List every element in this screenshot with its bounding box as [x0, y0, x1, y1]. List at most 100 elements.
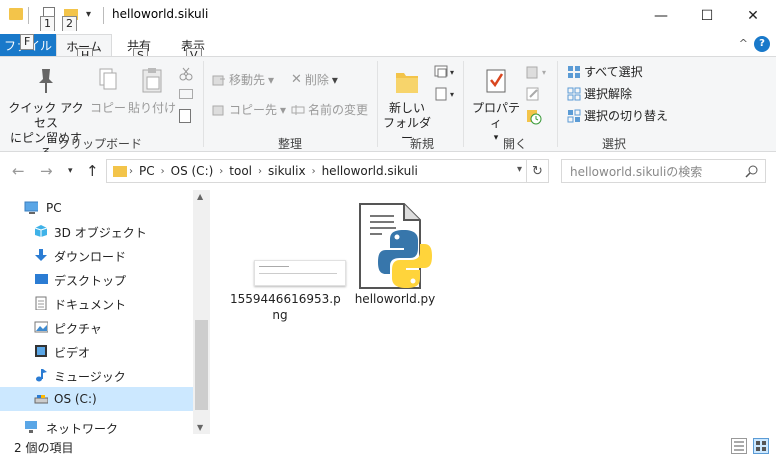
- select-none-button[interactable]: 選択解除: [567, 85, 632, 102]
- cut-icon[interactable]: [179, 67, 193, 84]
- move-to-icon: [212, 73, 226, 87]
- file-name: 1559446616953.p: [230, 292, 341, 306]
- move-to-button[interactable]: 移動先 ▾: [212, 71, 274, 88]
- large-icons-view-icon[interactable]: [753, 438, 769, 454]
- edit-icon[interactable]: [526, 87, 540, 104]
- file-item-py[interactable]: helloworld.py: [345, 190, 445, 330]
- python-file-icon: [359, 203, 432, 289]
- breadcrumb-helloworld-sikuli[interactable]: helloworld.sikuli: [318, 164, 422, 178]
- network-icon: [25, 421, 37, 433]
- invert-selection-button[interactable]: 選択の切り替え: [567, 107, 668, 124]
- keytip-1: 1: [40, 16, 55, 32]
- ribbon-tabs: ファイル F ホーム H 共有 S 表示 V ^ ?: [0, 31, 776, 64]
- paste-icon: [142, 68, 162, 93]
- chevron-right-icon[interactable]: ›: [127, 166, 135, 177]
- copy-to-icon: [212, 103, 226, 117]
- status-bar: 2 個の項目: [0, 434, 776, 458]
- paste-button[interactable]: 貼り付け: [128, 67, 176, 116]
- new-group-label: 新規: [409, 137, 434, 151]
- sidebar-item-label: ダウンロード: [54, 250, 127, 264]
- forward-arrow-icon[interactable]: →: [40, 162, 53, 180]
- sidebar-item-pictures[interactable]: ピクチャ: [0, 315, 193, 339]
- copy-to-button[interactable]: コピー先 ▾: [212, 101, 286, 118]
- chevron-down-icon[interactable]: ▾: [68, 166, 73, 176]
- select-none-label: 選択解除: [584, 87, 633, 101]
- breadcrumb-os-c[interactable]: OS (C:): [167, 164, 218, 178]
- breadcrumb-tool[interactable]: tool: [225, 164, 256, 178]
- pin-label-1: クイック アクセス: [8, 101, 84, 130]
- new-item-icon[interactable]: ▾: [434, 65, 458, 82]
- chevron-down-icon[interactable]: ▾: [517, 164, 522, 175]
- sidebar-item-downloads[interactable]: ダウンロード: [0, 243, 193, 267]
- delete-button[interactable]: ✕ 削除 ▾: [291, 71, 338, 88]
- help-icon[interactable]: ?: [754, 36, 770, 52]
- divider: [463, 61, 464, 147]
- music-icon: [36, 369, 47, 382]
- breadcrumb-pc[interactable]: PC: [135, 164, 159, 178]
- vertical-scrollbar[interactable]: ▲ ▼: [193, 190, 210, 434]
- sidebar-item-label: デスクトップ: [54, 274, 127, 288]
- file-item-png[interactable]: 1559446616953.p ng: [230, 190, 346, 330]
- up-arrow-icon[interactable]: ↑: [86, 162, 99, 180]
- scrollbar-thumb[interactable]: [195, 320, 208, 410]
- chevron-right-icon[interactable]: ›: [256, 166, 264, 177]
- sidebar-item-os-c[interactable]: OS (C:): [0, 387, 193, 411]
- file-name: helloworld.py: [354, 292, 436, 306]
- select-none-icon: [567, 87, 581, 101]
- sidebar-item-label: ピクチャ: [54, 322, 102, 336]
- download-icon: [35, 249, 47, 261]
- chevron-down-icon: ▾: [268, 72, 275, 87]
- chevron-down-icon: ▾: [280, 102, 287, 117]
- delete-icon: ✕: [291, 72, 302, 87]
- close-button[interactable]: ✕: [730, 0, 776, 31]
- divider: [557, 61, 558, 147]
- invert-selection-label: 選択の切り替え: [584, 109, 669, 123]
- easy-access-icon[interactable]: ▾: [434, 87, 458, 104]
- drive-icon: [34, 395, 48, 404]
- sidebar-item-label: PC: [46, 201, 62, 215]
- history-icon[interactable]: [526, 109, 542, 128]
- select-group-label: 選択: [601, 137, 626, 151]
- search-input[interactable]: helloworld.sikuliの検索: [561, 159, 766, 183]
- file-list: 1559446616953.p ng helloworld.py: [210, 190, 776, 434]
- chevron-up-icon[interactable]: ^: [739, 37, 748, 50]
- chevron-down-icon[interactable]: ▾: [86, 9, 91, 20]
- copy-button[interactable]: コピー: [90, 67, 126, 116]
- svg-text:▾: ▾: [542, 68, 546, 77]
- address-bar[interactable]: › PC › OS (C:) › tool › sikulix › hellow…: [106, 159, 549, 183]
- chevron-right-icon[interactable]: ›: [217, 166, 225, 177]
- sidebar-item-label: ネットワーク: [46, 422, 119, 434]
- sidebar-item-videos[interactable]: ビデオ: [0, 339, 193, 363]
- open-group-label: 開く: [502, 137, 527, 151]
- divider: [377, 61, 378, 147]
- clipboard-group-label: クリップボード: [57, 137, 142, 151]
- sidebar-item-documents[interactable]: ドキュメント: [0, 291, 193, 315]
- paste-shortcut-icon[interactable]: [179, 109, 191, 123]
- refresh-icon[interactable]: ↻: [526, 160, 548, 182]
- copy-path-icon[interactable]: [179, 89, 193, 99]
- window-title: helloworld.sikuli: [112, 7, 209, 21]
- sidebar-item-pc[interactable]: PC: [0, 196, 193, 220]
- sidebar-item-network[interactable]: ネットワーク: [0, 418, 193, 434]
- sidebar-item-desktop[interactable]: デスクトップ: [0, 267, 193, 291]
- svg-text:▾: ▾: [450, 68, 454, 77]
- rename-button[interactable]: 名前の変更: [291, 101, 368, 118]
- scroll-down-icon[interactable]: ▼: [197, 423, 203, 432]
- details-view-icon[interactable]: [731, 438, 747, 454]
- breadcrumb-sikulix[interactable]: sikulix: [264, 164, 310, 178]
- 3d-objects-icon: [34, 225, 48, 237]
- sidebar-item-3d-objects[interactable]: 3D オブジェクト: [0, 219, 193, 243]
- folder-icon: [113, 165, 127, 177]
- back-arrow-icon[interactable]: ←: [12, 162, 25, 180]
- search-placeholder: helloworld.sikuliの検索: [570, 164, 703, 179]
- pin-icon: [39, 69, 53, 93]
- maximize-button[interactable]: ☐: [684, 0, 730, 31]
- open-icon[interactable]: ▾: [526, 65, 550, 82]
- invert-selection-icon: [567, 109, 581, 123]
- minimize-button[interactable]: —: [638, 0, 684, 31]
- sidebar-item-music[interactable]: ミュージック: [0, 363, 193, 387]
- chevron-right-icon[interactable]: ›: [310, 166, 318, 177]
- select-all-button[interactable]: すべて選択: [567, 63, 643, 80]
- scroll-up-icon[interactable]: ▲: [197, 192, 203, 201]
- chevron-right-icon[interactable]: ›: [159, 166, 167, 177]
